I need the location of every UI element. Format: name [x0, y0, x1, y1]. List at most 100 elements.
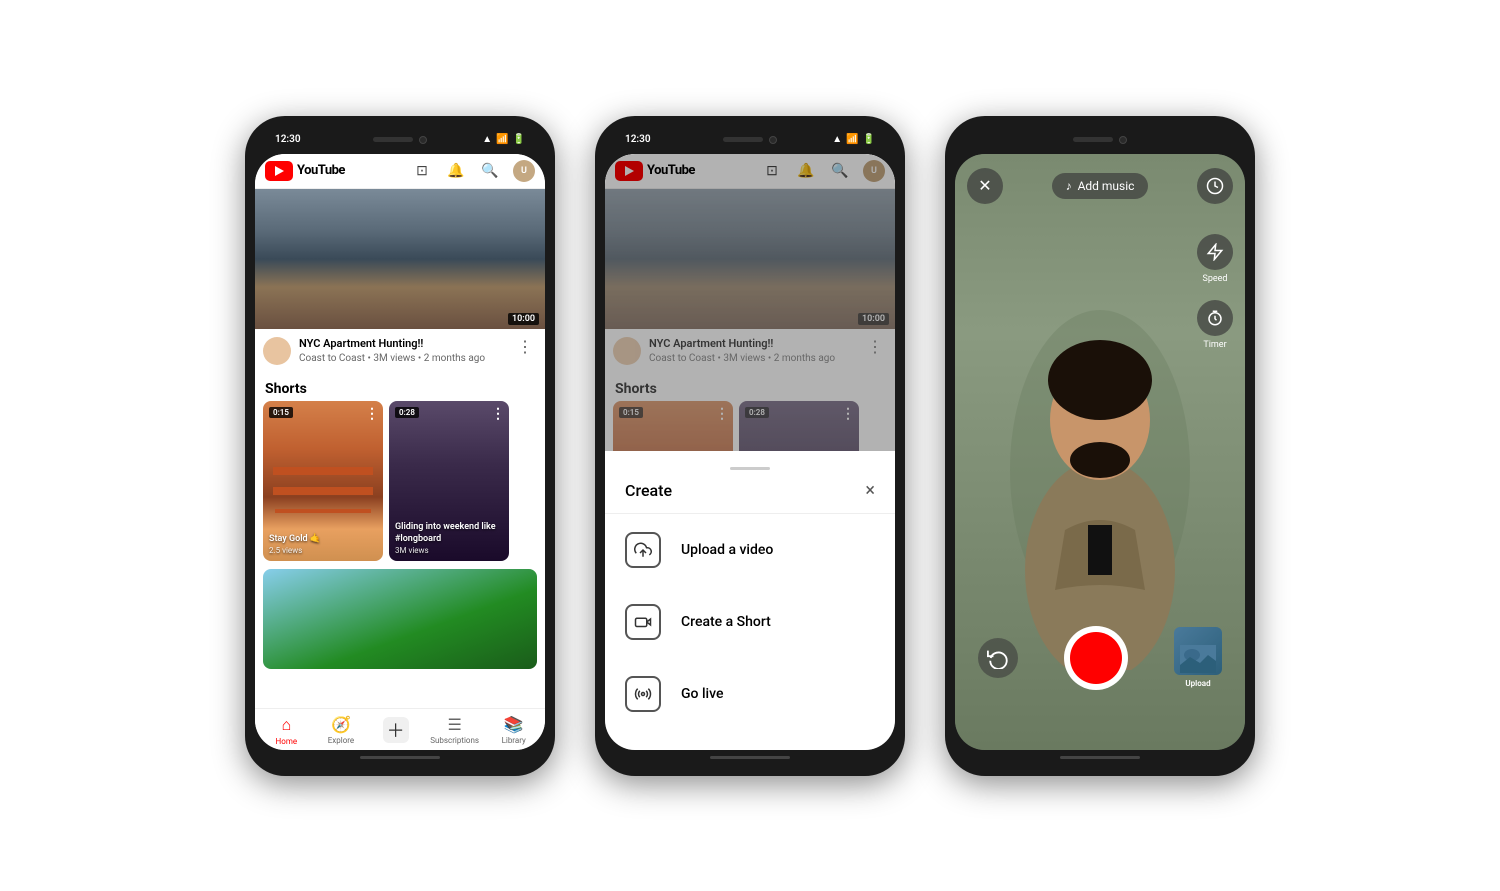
yt-logo-icon	[265, 161, 293, 181]
add-music-label: Add music	[1078, 179, 1135, 193]
phone-3-bottom	[955, 750, 1245, 766]
search-icon[interactable]: 🔍	[479, 160, 501, 182]
record-btn[interactable]	[1064, 626, 1128, 690]
live-icon	[625, 676, 661, 712]
short-1-duration: 0:15	[269, 407, 293, 418]
three-dot-menu-1[interactable]: ⋮	[513, 337, 537, 356]
speed-control[interactable]: Speed	[1197, 234, 1233, 284]
phone-1-header: YouTube ⊡ 🔔 🔍 U	[255, 154, 545, 189]
city-bg	[255, 189, 545, 329]
battery-icon: 🔋	[513, 134, 525, 145]
phone-2-status-bar: 12:30 ▲ 📶 🔋	[605, 126, 895, 154]
video-meta-1: NYC Apartment Hunting!! Coast to Coast •…	[255, 329, 545, 373]
flip-icon	[987, 647, 1009, 669]
signal-icon-2: 📶	[846, 134, 858, 145]
bell-icon[interactable]: 🔔	[445, 160, 467, 182]
home-indicator-2	[710, 756, 790, 759]
bottom-nav-1: ⌂ Home 🧭 Explore ＋ ☰ Subscriptions 📚 Lib…	[255, 708, 545, 750]
avatar[interactable]: U	[513, 160, 535, 182]
create-menu-short[interactable]: Create a Short	[605, 586, 895, 658]
subscriptions-label: Subscriptions	[430, 736, 479, 745]
speed-side-icon	[1197, 234, 1233, 270]
gallery-btn[interactable]	[1174, 627, 1222, 675]
camera-right-controls: Speed Timer	[1197, 234, 1233, 350]
create-icon[interactable]: ＋	[383, 717, 409, 743]
camera-top-bar: ✕ ♪ Add music	[955, 154, 1245, 212]
phone-1: 12:30 ▲ 📶 🔋 YouTube ⊡ 🔔 🔍 U	[245, 116, 555, 776]
add-music-btn[interactable]: ♪ Add music	[1052, 173, 1149, 199]
create-modal: Create × Upload a video	[605, 451, 895, 750]
nav-explore[interactable]: 🧭 Explore	[321, 715, 361, 745]
create-menu-upload[interactable]: Upload a video	[605, 514, 895, 586]
wifi-icon: ▲	[482, 134, 492, 145]
phone-1-screen: YouTube ⊡ 🔔 🔍 U 10:00 NYC Apartment Hunt…	[255, 154, 545, 750]
music-note-icon: ♪	[1066, 179, 1072, 193]
channel-avatar-1	[263, 337, 291, 365]
phone-2: 12:30 ▲ 📶 🔋 YouTube ⊡ 🔔 🔍 U	[595, 116, 905, 776]
nav-create[interactable]: ＋	[376, 717, 416, 743]
short-card-1[interactable]: 0:15 ⋮ Stay Gold 🤙 2.5 views	[263, 401, 383, 561]
wifi-icon-2: ▲	[832, 134, 842, 145]
video-title-1: NYC Apartment Hunting!!	[299, 337, 505, 351]
short-2-menu[interactable]: ⋮	[491, 407, 505, 421]
go-live-label: Go live	[681, 686, 723, 702]
timer-control[interactable]: Timer	[1197, 300, 1233, 350]
nav-subscriptions[interactable]: ☰ Subscriptions	[430, 715, 479, 745]
shorts-row-1: 0:15 ⋮ Stay Gold 🤙 2.5 views 0:28 ⋮ Glid…	[255, 401, 545, 569]
phone-1-bottom	[255, 750, 545, 766]
upload-icon	[625, 532, 661, 568]
explore-label: Explore	[328, 736, 354, 745]
phone-3: ✕ ♪ Add music Speed	[945, 116, 1255, 776]
youtube-logo: YouTube	[265, 161, 345, 181]
short-2-info: Gliding into weekend like #longboard 3M …	[395, 522, 503, 554]
short-camera-icon	[625, 604, 661, 640]
home-icon: ⌂	[281, 715, 291, 735]
phone-1-status-bar: 12:30 ▲ 📶 🔋	[255, 126, 545, 154]
video-thumbnail-1[interactable]: 10:00	[255, 189, 545, 329]
create-modal-title: Create	[625, 481, 672, 500]
speaker-3	[1073, 137, 1113, 142]
landscape-card-1[interactable]	[263, 569, 537, 669]
speed-side-label: Speed	[1202, 274, 1227, 284]
camera-bottom-controls: Upload	[955, 626, 1245, 690]
timer-side-icon	[1197, 300, 1233, 336]
short-1-menu[interactable]: ⋮	[365, 407, 379, 421]
short-1-views: 2.5 views	[269, 546, 377, 555]
create-modal-overlay: Create × Upload a video	[605, 154, 895, 750]
camera-close-btn[interactable]: ✕	[967, 168, 1003, 204]
speaker-2	[723, 137, 763, 142]
phone-1-status-icons: ▲ 📶 🔋	[482, 134, 525, 145]
short-2-views: 3M views	[395, 546, 503, 555]
speaker	[373, 137, 413, 142]
home-indicator-1	[360, 756, 440, 759]
close-x-icon: ✕	[978, 178, 991, 194]
gallery-preview-icon	[1180, 645, 1216, 673]
phone-2-status-icons: ▲ 📶 🔋	[832, 134, 875, 145]
camera-dot	[419, 136, 427, 144]
phone-3-status-bar	[955, 126, 1245, 154]
short-2-duration: 0:28	[395, 407, 419, 418]
explore-icon: 🧭	[331, 715, 351, 734]
cast-icon[interactable]: ⊡	[411, 160, 433, 182]
flip-camera-btn[interactable]	[978, 638, 1018, 678]
create-short-label: Create a Short	[681, 614, 771, 630]
create-modal-header: Create ×	[605, 480, 895, 514]
create-modal-close-btn[interactable]: ×	[865, 480, 875, 501]
phone-1-notch	[373, 136, 427, 144]
short-1-info: Stay Gold 🤙 2.5 views	[269, 534, 377, 555]
phone-2-screen: YouTube ⊡ 🔔 🔍 U 10:00 NYC Apartment Hunt…	[605, 154, 895, 750]
phone-1-content: 10:00 NYC Apartment Hunting!! Coast to C…	[255, 189, 545, 708]
short-2-title: Gliding into weekend like #longboard	[395, 522, 503, 545]
timer-side-label: Timer	[1203, 340, 1226, 350]
camera-dot-3	[1119, 136, 1127, 144]
video-duration-1: 10:00	[508, 313, 539, 325]
short-card-2[interactable]: 0:28 ⋮ Gliding into weekend like #longbo…	[389, 401, 509, 561]
speed-btn[interactable]	[1197, 168, 1233, 204]
shorts-section-title-1: Shorts	[255, 373, 545, 401]
upload-video-label: Upload a video	[681, 542, 773, 558]
nav-home[interactable]: ⌂ Home	[266, 715, 306, 746]
camera-dot-2	[769, 136, 777, 144]
person-svg	[990, 270, 1210, 670]
nav-library[interactable]: 📚 Library	[494, 715, 534, 745]
create-menu-live[interactable]: Go live	[605, 658, 895, 730]
